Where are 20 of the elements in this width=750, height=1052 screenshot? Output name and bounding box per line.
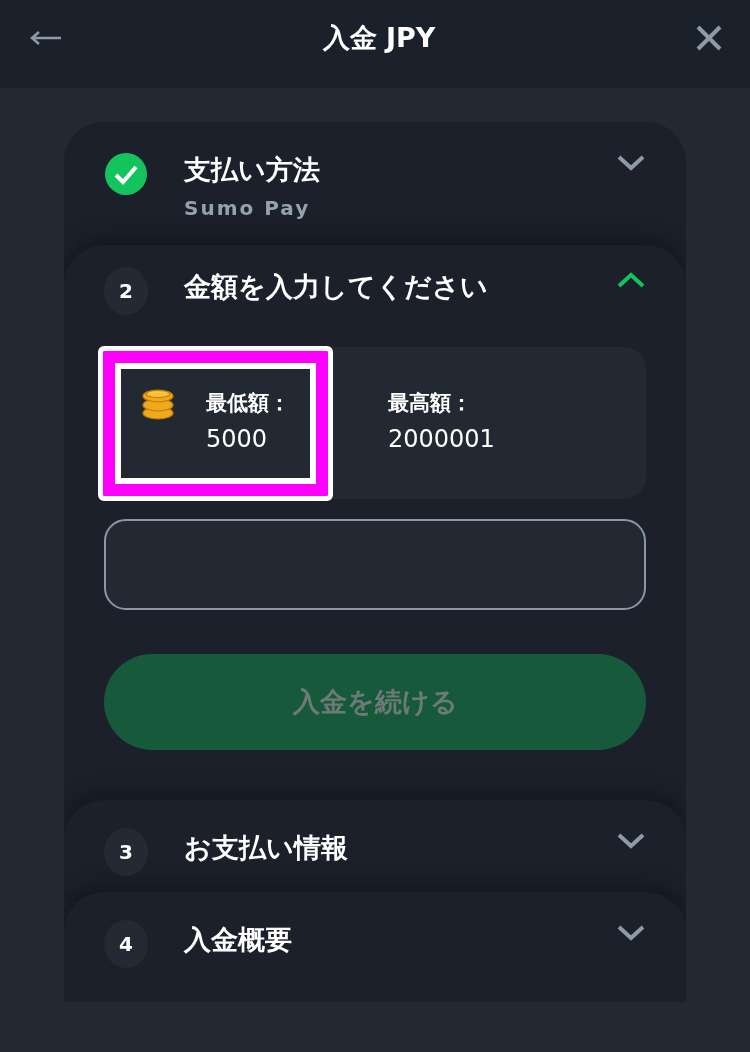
step-title[interactable]: 入金概要 [184,922,292,958]
limit-label: 最低額： [206,390,290,417]
chevron-down-icon[interactable] [616,924,646,942]
step-number: 3 [104,828,148,876]
amount-input[interactable] [104,519,646,610]
limit-label: 最高額： [388,390,473,417]
chevron-down-icon[interactable] [616,154,646,172]
chevron-down-icon[interactable] [616,832,646,850]
step-title[interactable]: 支払い方法 [184,152,320,188]
close-icon[interactable] [696,25,722,51]
chevron-up-icon[interactable] [616,271,646,289]
step-title[interactable]: お支払い情報 [184,830,348,866]
back-arrow-icon[interactable] [30,31,62,45]
limit-value: 2000001 [388,425,495,453]
window-title: 入金 JPY [322,21,436,55]
step-title[interactable]: 金額を入力してください [184,269,488,305]
step-number: 4 [104,920,148,968]
step-number: 2 [104,267,148,315]
limit-value: 5000 [206,425,269,453]
step-subtitle: Sumo Pay [184,196,311,220]
